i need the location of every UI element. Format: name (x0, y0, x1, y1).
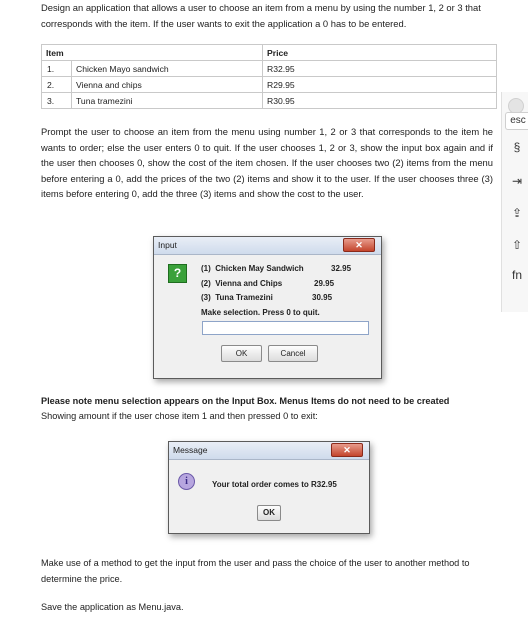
option-price: 29.95 (314, 278, 335, 288)
note-sub: Showing amount if the user chose item 1 … (41, 411, 318, 421)
message-text: Your total order comes to R32.95 (212, 480, 337, 489)
shift-key[interactable]: ⇧ (505, 238, 528, 252)
input-dialog-title: Input (158, 240, 177, 250)
table-row: 3. Tuna tramezini R30.95 (41, 92, 497, 109)
table-header-row: Item Price (41, 44, 497, 61)
table-row: 1. Chicken Mayo sandwich R32.95 (41, 60, 497, 77)
row-price: R30.95 (262, 92, 497, 109)
menu-options: (1) Chicken May Sandwich 32.95 (2) Vienna… (201, 264, 351, 322)
prompt-paragraph: Prompt the user to choose an item from t… (41, 126, 493, 200)
row-number: 1. (41, 60, 72, 77)
note-bold: Please note menu selection appears on th… (41, 396, 450, 406)
section-key[interactable]: § (505, 140, 528, 154)
row-item: Tuna tramezini (71, 92, 263, 109)
message-dialog-title: Message (173, 445, 208, 455)
caps-lock-key[interactable]: ⇪ (505, 206, 528, 220)
tab-key[interactable]: ⇥ (505, 174, 528, 188)
message-dialog-titlebar[interactable]: Message ✕ (169, 442, 369, 460)
row-number: 2. (41, 76, 72, 93)
row-item: Vienna and chips (71, 76, 263, 93)
option-label: (3) Tuna Tramezini (201, 293, 273, 303)
menu-option: (2) Vienna and Chips 29.95 (201, 278, 334, 294)
header-price: Price (262, 44, 497, 61)
table-row: 2. Vienna and chips R29.95 (41, 76, 497, 93)
intro-paragraph: Design an application that allows a user… (41, 2, 481, 29)
method-paragraph: Make use of a method to get the input fr… (41, 558, 470, 584)
cancel-button[interactable]: Cancel (268, 345, 318, 362)
save-instruction: Save the application as Menu.java. (41, 602, 184, 612)
menu-option: (3) Tuna Tramezini 30.95 (201, 293, 332, 308)
esc-key[interactable]: esc (505, 112, 528, 130)
option-label: (2) Vienna and Chips (201, 278, 283, 288)
info-icon: i (178, 473, 195, 490)
option-label: (1) Chicken May Sandwich (201, 264, 304, 273)
message-ok-button[interactable]: OK (257, 505, 281, 521)
row-price: R29.95 (262, 76, 497, 93)
document-page: Design an application that allows a user… (0, 0, 528, 624)
selection-input[interactable] (202, 321, 369, 335)
close-icon[interactable]: ✕ (343, 238, 375, 252)
message-dialog: Message ✕ i Your total order comes to R3… (168, 441, 370, 534)
input-dialog-titlebar[interactable]: Input ✕ (154, 237, 381, 255)
option-price: 32.95 (331, 264, 352, 273)
input-dialog: Input ✕ ? (1) Chicken May Sandwich 32.95 … (153, 236, 382, 379)
row-item: Chicken Mayo sandwich (71, 60, 263, 77)
question-icon: ? (168, 264, 187, 283)
option-price: 30.95 (312, 293, 333, 303)
keyboard-sidebar: esc § ⇥ ⇪ ⇧ fn (501, 92, 528, 312)
fn-key[interactable]: fn (505, 268, 528, 282)
header-item: Item (41, 44, 263, 61)
row-number: 3. (41, 92, 72, 109)
ok-button[interactable]: OK (221, 345, 262, 362)
row-price: R32.95 (262, 60, 497, 77)
close-icon[interactable]: ✕ (331, 443, 363, 457)
menu-option: (1) Chicken May Sandwich 32.95 (201, 264, 351, 279)
menu-table: Item Price 1. Chicken Mayo sandwich R32.… (41, 44, 497, 109)
